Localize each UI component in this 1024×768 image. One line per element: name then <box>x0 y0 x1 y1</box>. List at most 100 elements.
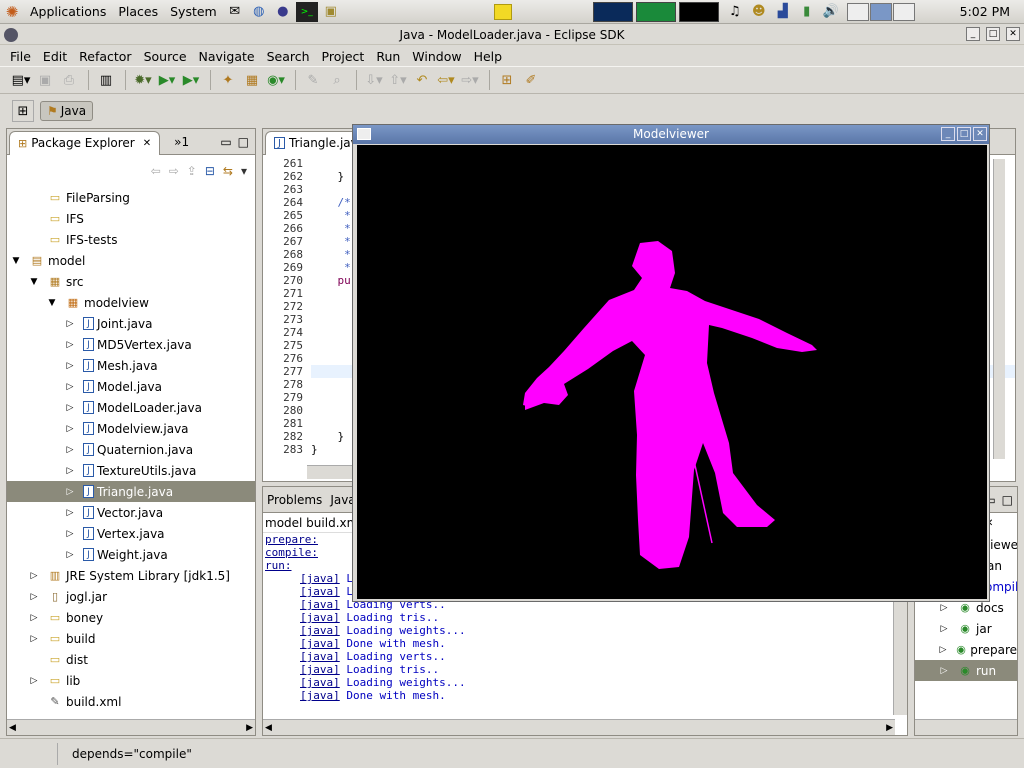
last-edit-icon[interactable]: ↶ <box>411 69 433 91</box>
collapsed-arrow-icon[interactable]: ▷ <box>65 550 75 560</box>
java-tag-link[interactable]: [java] <box>300 598 340 611</box>
tree-item[interactable]: ▭ IFS-tests <box>7 229 255 250</box>
target-link[interactable]: run: <box>265 559 292 572</box>
ant-target-prepare[interactable]: ▷ ◉ prepare <box>915 639 1017 660</box>
battery-icon[interactable]: ▮ <box>796 2 818 22</box>
console-hscrollbar[interactable]: ◀ ▶ <box>263 719 895 735</box>
workspace-switcher[interactable] <box>846 2 915 21</box>
back-icon[interactable]: ⇦▾ <box>435 69 457 91</box>
archive-icon[interactable]: ▣ <box>320 2 342 22</box>
java-tag-link[interactable]: [java] <box>300 676 340 689</box>
tree-item[interactable]: ▷ J Triangle.java <box>7 481 255 502</box>
new-icon[interactable]: ▤▾ <box>10 69 32 91</box>
tree-item[interactable]: ▷ J Modelview.java <box>7 418 255 439</box>
java-tag-link[interactable]: [java] <box>300 585 340 598</box>
mail-icon[interactable]: ✉ <box>224 2 246 22</box>
search-icon[interactable]: ⌕ <box>326 69 348 91</box>
network-signal-icon[interactable]: ▟ <box>772 2 794 22</box>
ubuntu-logo-icon[interactable]: ✺ <box>1 2 23 22</box>
modelviewer-title-bar[interactable]: Modelviewer _ □ ✕ <box>353 125 989 144</box>
tree-item[interactable]: ▷ J Mesh.java <box>7 355 255 376</box>
collapsed-arrow-icon[interactable]: ▷ <box>65 382 75 392</box>
music-icon[interactable]: ♫ <box>724 2 746 22</box>
maximize-icon[interactable]: □ <box>957 127 971 141</box>
tree-item[interactable]: ▷ J Weight.java <box>7 544 255 565</box>
tree-item[interactable]: ▷ J Joint.java <box>7 313 255 334</box>
minimize-icon[interactable]: _ <box>941 127 955 141</box>
collapsed-arrow-icon[interactable]: ▷ <box>939 624 949 634</box>
clock[interactable]: 5:02 PM <box>960 0 1010 24</box>
forward-icon[interactable]: ⇨▾ <box>459 69 481 91</box>
expanded-arrow-icon[interactable]: ▼ <box>29 277 39 287</box>
java-tag-link[interactable]: [java] <box>300 689 340 702</box>
maximize-view-icon[interactable]: □ <box>238 135 249 149</box>
collapsed-arrow-icon[interactable]: ▷ <box>65 361 75 371</box>
tree-item[interactable]: ▼ ▤ model <box>7 250 255 271</box>
open-type-icon[interactable]: ✎ <box>302 69 324 91</box>
tab-package-explorer[interactable]: ⊞ Package Explorer ✕ <box>9 130 161 155</box>
maximize-view-icon[interactable]: □ <box>1002 493 1013 507</box>
expanded-arrow-icon[interactable]: ▼ <box>11 256 21 266</box>
explorer-hscrollbar[interactable]: ◀ ▶ <box>7 719 255 735</box>
ant-icon[interactable]: ✐ <box>520 69 542 91</box>
link-editor-icon[interactable]: ⇆ <box>223 164 233 178</box>
run-icon[interactable]: ▶▾ <box>156 69 178 91</box>
back-nav-icon[interactable]: ⇦ <box>151 164 161 178</box>
collapsed-arrow-icon[interactable]: ▷ <box>65 424 75 434</box>
tree-item[interactable]: ▷ ▭ boney <box>7 607 255 628</box>
tree-item[interactable]: ▷ J Quaternion.java <box>7 439 255 460</box>
menu-file[interactable]: File <box>4 49 37 64</box>
ant-hscrollbar[interactable] <box>915 719 1017 735</box>
collapsed-arrow-icon[interactable]: ▷ <box>65 487 75 497</box>
tab-problems[interactable]: Problems <box>263 493 326 507</box>
tree-item[interactable]: ▷ ▯ jogl.jar <box>7 586 255 607</box>
collapsed-arrow-icon[interactable]: ▷ <box>29 676 39 686</box>
terminal-icon[interactable]: >_ <box>295 1 318 22</box>
prev-annotation-icon[interactable]: ⇧▾ <box>387 69 409 91</box>
new-class-icon[interactable]: ◉▾ <box>265 69 287 91</box>
scroll-right-icon[interactable]: ▶ <box>886 723 893 733</box>
places-menu[interactable]: Places <box>112 0 164 24</box>
view-menu-icon[interactable]: ▾ <box>241 164 247 178</box>
tree-item[interactable]: ▭ IFS <box>7 208 255 229</box>
tree-item[interactable]: ▼ ▦ modelview <box>7 292 255 313</box>
tree-item[interactable]: ▼ ▦ src <box>7 271 255 292</box>
close-icon[interactable]: ✕ <box>973 127 987 141</box>
collapsed-arrow-icon[interactable]: ▷ <box>29 571 39 581</box>
hierarchy-tab[interactable]: »1 <box>174 135 189 149</box>
collapsed-arrow-icon[interactable]: ▷ <box>29 592 39 602</box>
tree-item[interactable]: ▷ ▥ JRE System Library [jdk1.5] <box>7 565 255 586</box>
tree-item[interactable]: ▷ ▭ lib <box>7 670 255 691</box>
modelviewer-menu-icon[interactable] <box>357 128 371 140</box>
close-tab-icon[interactable]: ✕ <box>143 138 151 149</box>
up-nav-icon[interactable]: ⇪ <box>187 164 197 178</box>
tree-item[interactable]: ▷ J Vertex.java <box>7 523 255 544</box>
console-vscrollbar[interactable] <box>893 597 907 715</box>
notes-icon[interactable] <box>493 3 512 20</box>
ant-target-run[interactable]: ▷ ◉ run <box>915 660 1017 681</box>
collapsed-arrow-icon[interactable]: ▷ <box>65 466 75 476</box>
external-tools-icon[interactable]: ▶▾ <box>180 69 202 91</box>
forward-nav-icon[interactable]: ⇨ <box>169 164 179 178</box>
scroll-right-icon[interactable]: ▶ <box>246 723 253 733</box>
gl-canvas[interactable] <box>357 145 987 599</box>
collapsed-arrow-icon[interactable]: ▷ <box>65 529 75 539</box>
editor-vscrollbar[interactable] <box>993 159 1005 459</box>
collapsed-arrow-icon[interactable]: ▷ <box>65 508 75 518</box>
minimize-icon[interactable]: _ <box>966 27 980 41</box>
web-browser-icon[interactable]: ◍ <box>248 2 270 22</box>
collapsed-arrow-icon[interactable]: ▷ <box>65 340 75 350</box>
java-tag-link[interactable]: [java] <box>300 624 340 637</box>
next-annotation-icon[interactable]: ⇩▾ <box>363 69 385 91</box>
tree-item[interactable]: ▷ J Model.java <box>7 376 255 397</box>
menu-project[interactable]: Project <box>316 49 371 64</box>
maximize-icon[interactable]: □ <box>986 27 1000 41</box>
tree-item[interactable]: ▭ FileParsing <box>7 187 255 208</box>
print-icon[interactable]: ⎙ <box>58 69 80 91</box>
menu-source[interactable]: Source <box>138 49 193 64</box>
collapse-all-icon[interactable]: ⊟ <box>205 164 215 178</box>
target-link[interactable]: compile: <box>265 546 318 559</box>
close-icon[interactable]: ✕ <box>1006 27 1020 41</box>
tree-item[interactable]: ▷ ▭ build <box>7 628 255 649</box>
menu-refactor[interactable]: Refactor <box>73 49 137 64</box>
